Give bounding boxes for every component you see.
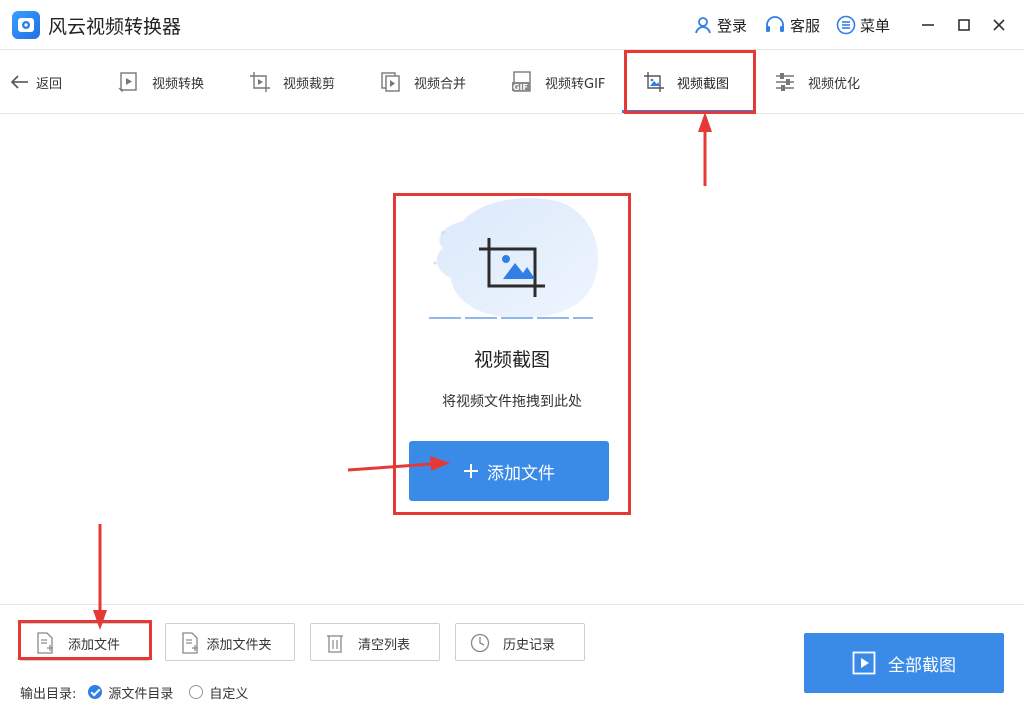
customer-service-button[interactable]: 客服 bbox=[764, 14, 820, 36]
radio-checked-icon[interactable] bbox=[88, 685, 103, 699]
menu-label: 菜单 bbox=[860, 16, 891, 35]
output-option-source[interactable]: 源文件目录 bbox=[88, 683, 173, 702]
login-label: 登录 bbox=[717, 16, 748, 35]
bottom-panel: 添加文件 添加文件夹 清空列表 历史记录 输出目录: 源文件目录 自定义 全部截… bbox=[0, 604, 1024, 720]
highlight-box-add-file bbox=[18, 620, 152, 660]
video-merge-icon bbox=[378, 69, 404, 95]
option-label: 源文件目录 bbox=[108, 686, 174, 702]
back-button[interactable]: 返回 bbox=[10, 71, 62, 93]
capture-all-button[interactable]: 全部截图 bbox=[804, 633, 1004, 693]
tab-label: 视频裁剪 bbox=[283, 76, 336, 92]
tab-label: 视频转换 bbox=[152, 76, 205, 92]
minimize-icon bbox=[922, 24, 934, 26]
output-directory-row: 输出目录: 源文件目录 自定义 bbox=[20, 683, 248, 702]
video-convert-icon bbox=[116, 69, 142, 95]
highlight-box-screenshot-tab bbox=[624, 50, 756, 114]
maximize-button[interactable] bbox=[953, 14, 975, 36]
output-label: 输出目录: bbox=[20, 686, 77, 702]
button-label: 清空列表 bbox=[357, 638, 410, 653]
add-folder-button[interactable]: 添加文件夹 bbox=[165, 623, 295, 661]
arrow-up-annotation bbox=[698, 112, 712, 186]
arrow-left-icon bbox=[10, 75, 28, 89]
service-label: 客服 bbox=[790, 16, 821, 35]
headset-icon bbox=[766, 16, 784, 32]
highlight-box-drop-zone bbox=[393, 193, 631, 515]
tab-video-to-gif[interactable]: GIF 视频转GIF bbox=[509, 66, 605, 98]
function-toolbar: 返回 视频转换 视频裁剪 视频合并 GIF 视频转GIF 视频截图 视频优化 bbox=[0, 50, 1024, 114]
back-label: 返回 bbox=[36, 76, 63, 92]
tab-video-optimize[interactable]: 视频优化 bbox=[772, 66, 860, 98]
gif-icon: GIF bbox=[509, 69, 535, 95]
tab-video-merge[interactable]: 视频合并 bbox=[378, 66, 466, 98]
tab-label: 视频合并 bbox=[414, 76, 467, 92]
play-icon bbox=[852, 651, 876, 675]
tab-video-convert[interactable]: 视频转换 bbox=[116, 66, 204, 98]
tab-video-crop[interactable]: 视频裁剪 bbox=[247, 66, 335, 98]
optimize-icon bbox=[772, 69, 798, 95]
video-crop-icon bbox=[247, 69, 273, 95]
title-bar: 风云视频转换器 登录 客服 菜单 bbox=[0, 0, 1024, 50]
login-button[interactable]: 登录 bbox=[693, 14, 747, 36]
app-logo-icon bbox=[12, 11, 40, 39]
menu-icon bbox=[836, 15, 856, 35]
capture-all-label: 全部截图 bbox=[888, 655, 956, 676]
tab-label: 视频转GIF bbox=[545, 76, 606, 92]
minimize-button[interactable] bbox=[917, 14, 939, 36]
output-option-custom[interactable]: 自定义 bbox=[189, 683, 248, 702]
gif-badge-label: GIF bbox=[513, 83, 529, 92]
user-icon bbox=[695, 17, 711, 34]
close-icon bbox=[993, 19, 1005, 31]
button-label: 添加文件夹 bbox=[206, 638, 272, 653]
maximize-icon bbox=[958, 19, 970, 31]
tab-label: 视频优化 bbox=[808, 76, 861, 92]
button-label: 历史记录 bbox=[502, 638, 555, 653]
app-title: 风云视频转换器 bbox=[48, 16, 182, 38]
option-label: 自定义 bbox=[209, 686, 249, 702]
close-button[interactable] bbox=[988, 14, 1010, 36]
history-button[interactable]: 历史记录 bbox=[455, 623, 585, 661]
menu-button[interactable]: 菜单 bbox=[836, 14, 890, 36]
clear-list-button[interactable]: 清空列表 bbox=[310, 623, 440, 661]
radio-unchecked-icon[interactable] bbox=[189, 685, 204, 699]
